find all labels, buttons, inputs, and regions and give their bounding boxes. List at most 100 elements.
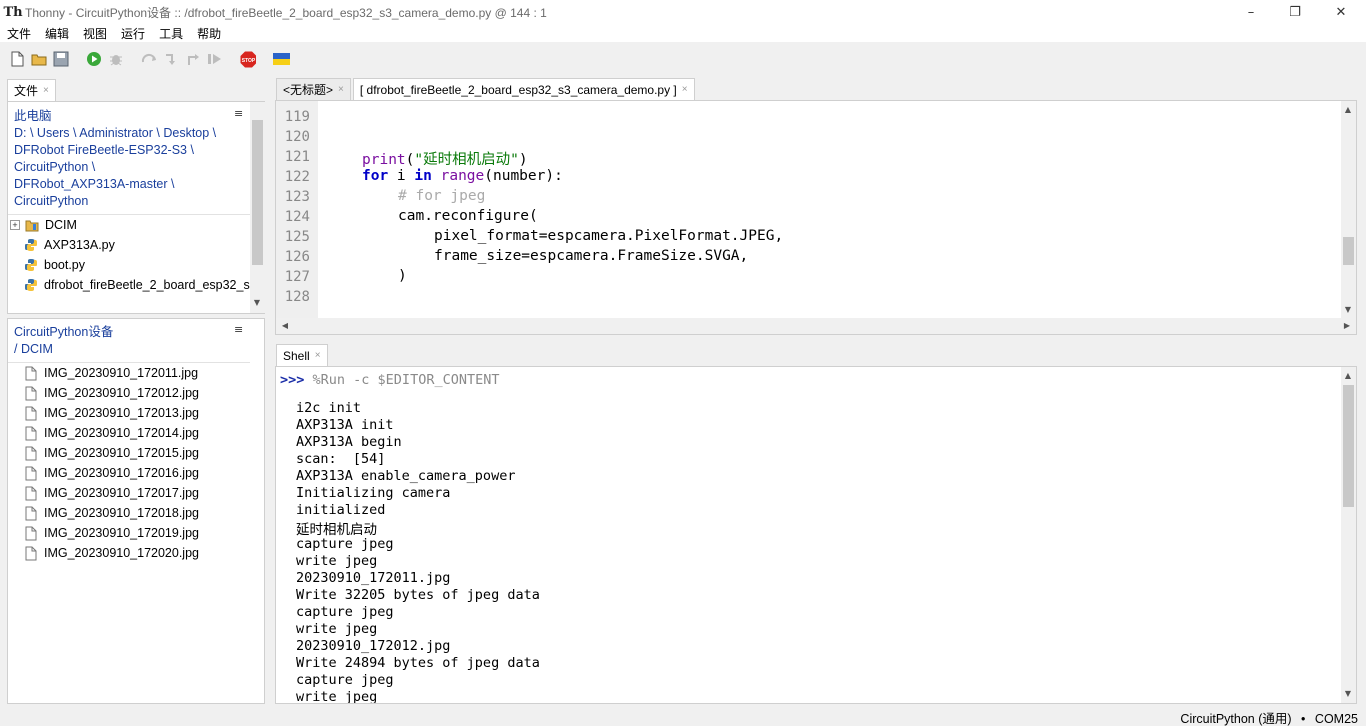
menu-tools[interactable]: 工具 — [159, 25, 183, 42]
tab-shell[interactable]: Shell × — [276, 344, 328, 366]
code-token: i — [388, 168, 415, 184]
list-item[interactable]: IMG_20230910_172012.jpg — [24, 383, 199, 403]
tab-close-icon[interactable]: × — [338, 84, 344, 95]
path-segment[interactable]: CircuitPython \ — [14, 159, 95, 176]
scroll-thumb[interactable] — [1343, 237, 1354, 265]
code-line: pixel_format=espcamera.PixelFormat.JPEG, — [434, 228, 784, 244]
list-item[interactable]: IMG_20230910_172018.jpg — [24, 503, 199, 523]
list-item[interactable]: + DCIM — [10, 215, 77, 235]
file-icon — [24, 445, 38, 461]
list-item[interactable]: dfrobot_fireBeetle_2_board_esp32_s — [24, 275, 250, 295]
device-heading[interactable]: CircuitPython设备 — [14, 324, 113, 341]
step-over-icon[interactable] — [141, 51, 157, 67]
menu-help[interactable]: 帮助 — [197, 25, 221, 42]
list-item[interactable]: IMG_20230910_172014.jpg — [24, 423, 199, 443]
device-menu-icon[interactable]: ≡ — [234, 323, 243, 336]
shell-output-line: write jpeg — [296, 689, 378, 704]
scroll-thumb[interactable] — [1343, 385, 1354, 507]
expand-icon[interactable]: + — [10, 220, 20, 230]
debug-icon[interactable] — [108, 51, 124, 67]
tab-camera-demo[interactable]: [ dfrobot_fireBeetle_2_board_esp32_s3_ca… — [352, 78, 695, 100]
code-editor[interactable]: 119 120 121 122 123 124 125 126 127 128 … — [275, 100, 1357, 335]
line-number: 121 — [284, 149, 310, 165]
menu-edit[interactable]: 编辑 — [45, 25, 69, 42]
window-title: Thonny - CircuitPython设备 :: /dfrobot_fir… — [25, 5, 547, 20]
list-item[interactable]: AXP313A.py — [24, 235, 115, 255]
computer-menu-icon[interactable]: ≡ — [234, 107, 243, 120]
computer-scrollbar[interactable]: ▼ — [250, 102, 265, 313]
step-out-icon[interactable] — [185, 51, 201, 67]
file-icon — [24, 385, 38, 401]
list-item[interactable]: IMG_20230910_172011.jpg — [24, 363, 198, 383]
line-number: 124 — [284, 209, 310, 225]
scroll-up-icon[interactable]: ▲ — [1341, 105, 1355, 114]
code-token: range — [440, 168, 485, 184]
file-icon — [24, 465, 38, 481]
shell-command-line: >>> %Run -c $EDITOR_CONTENT — [280, 372, 499, 388]
scroll-down-icon[interactable]: ▼ — [1341, 305, 1355, 314]
list-item[interactable]: IMG_20230910_172013.jpg — [24, 403, 199, 423]
list-item[interactable]: IMG_20230910_172016.jpg — [24, 463, 199, 483]
code-token: "延时相机启动" — [414, 152, 519, 168]
close-button[interactable]: ✕ — [1318, 0, 1364, 24]
list-item[interactable]: IMG_20230910_172017.jpg — [24, 483, 199, 503]
stop-icon[interactable]: STOP — [240, 51, 256, 67]
code-token: in — [414, 168, 432, 184]
ukraine-flag-icon[interactable] — [273, 51, 290, 67]
python-file-icon — [24, 237, 38, 253]
scroll-up-icon[interactable]: ▲ — [1341, 371, 1355, 380]
shell-output-line: scan: [54] — [296, 451, 386, 467]
computer-heading[interactable]: 此电脑 — [14, 108, 52, 125]
step-into-icon[interactable] — [163, 51, 179, 67]
tab-shell-close-icon[interactable]: × — [315, 350, 321, 361]
path-segment[interactable]: D: \ Users \ Administrator \ Desktop \ — [14, 125, 216, 142]
menu-view[interactable]: 视图 — [83, 25, 107, 42]
file-name: IMG_20230910_172015.jpg — [44, 446, 199, 460]
scroll-down-icon[interactable]: ▼ — [250, 298, 264, 307]
minimize-button[interactable]: – — [1228, 0, 1274, 24]
path-segment[interactable]: DFRobot_AXP313A-master \ — [14, 176, 175, 193]
file-name: IMG_20230910_172018.jpg — [44, 506, 199, 520]
code-token: print — [362, 152, 406, 168]
interpreter-selector[interactable]: CircuitPython (通用) — [1180, 712, 1291, 726]
tab-untitled[interactable]: <无标题> × — [276, 78, 351, 100]
file-icon — [24, 365, 38, 381]
tab-files-close-icon[interactable]: × — [43, 85, 49, 96]
path-segment[interactable]: DFRobot FireBeetle-ESP32-S3 \ — [14, 142, 194, 159]
device-path[interactable]: / DCIM — [14, 341, 53, 358]
scroll-thumb[interactable] — [252, 120, 263, 265]
resume-icon[interactable] — [207, 51, 223, 67]
scroll-left-icon[interactable]: ◀ — [278, 321, 292, 330]
scroll-right-icon[interactable]: ▶ — [1340, 321, 1354, 330]
save-icon[interactable] — [53, 51, 69, 67]
device-files-pane: CircuitPython设备 ≡ / DCIM IMG_20230910_17… — [7, 318, 265, 704]
run-icon[interactable] — [86, 51, 102, 67]
computer-files-pane: 此电脑 ≡ D: \ Users \ Administrator \ Deskt… — [7, 101, 265, 314]
menu-file[interactable]: 文件 — [7, 25, 31, 42]
open-file-icon[interactable] — [31, 51, 47, 67]
status-separator: • — [1301, 712, 1306, 726]
shell-scrollbar[interactable]: ▲ ▼ — [1341, 367, 1356, 703]
scroll-down-icon[interactable]: ▼ — [1341, 689, 1355, 698]
list-item[interactable]: IMG_20230910_172020.jpg — [24, 543, 199, 563]
file-icon — [24, 525, 38, 541]
file-name: boot.py — [44, 258, 86, 272]
file-name: IMG_20230910_172014.jpg — [44, 426, 199, 440]
tab-close-icon[interactable]: × — [682, 84, 688, 95]
file-icon — [24, 405, 38, 421]
maximize-button[interactable]: ❐ — [1272, 0, 1318, 24]
list-item[interactable]: IMG_20230910_172015.jpg — [24, 443, 199, 463]
menu-run[interactable]: 运行 — [121, 25, 145, 42]
line-number: 128 — [284, 289, 310, 305]
path-segment[interactable]: CircuitPython — [14, 193, 88, 210]
file-name: AXP313A.py — [44, 238, 115, 252]
shell-console[interactable]: >>> %Run -c $EDITOR_CONTENT i2c init AXP… — [275, 366, 1357, 704]
tab-files[interactable]: 文件 × — [7, 79, 56, 101]
line-number: 122 — [284, 169, 310, 185]
shell-output-line: AXP313A enable_camera_power — [296, 468, 516, 484]
editor-hscrollbar[interactable]: ◀ ▶ — [276, 318, 1356, 334]
list-item[interactable]: IMG_20230910_172019.jpg — [24, 523, 199, 543]
new-file-icon[interactable] — [9, 51, 25, 67]
editor-vscrollbar[interactable]: ▲ ▼ — [1341, 101, 1356, 318]
list-item[interactable]: boot.py — [24, 255, 85, 275]
